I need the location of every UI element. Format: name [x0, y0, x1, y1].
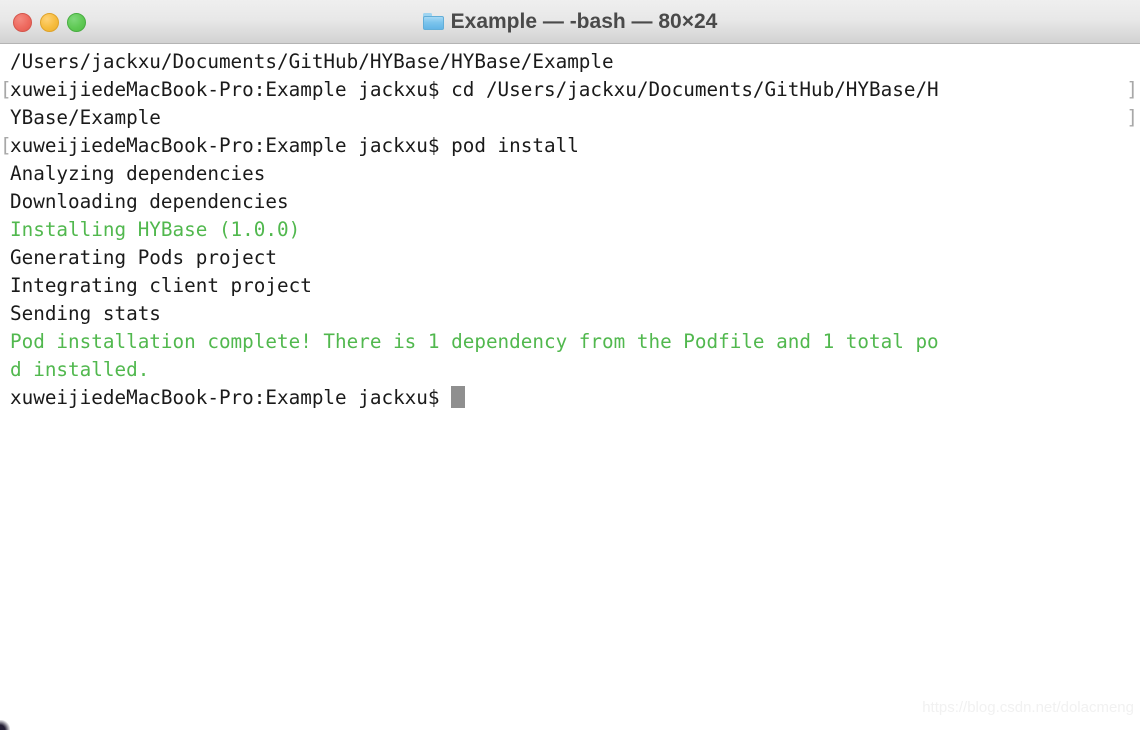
terminal-line-text: xuweijiedeMacBook-Pro:Example jackxu$ cd…	[10, 78, 939, 101]
window-controls	[13, 0, 86, 44]
terminal-line: Integrating client project	[0, 272, 1140, 300]
terminal-line: YBase/Example]	[0, 104, 1140, 132]
terminal-line: /Users/jackxu/Documents/GitHub/HYBase/HY…	[0, 48, 1140, 76]
line-wrap-marker-right: ]	[1126, 78, 1138, 101]
terminal-prompt-line[interactable]: xuweijiedeMacBook-Pro:Example jackxu$	[0, 384, 1140, 412]
window-titlebar[interactable]: Example — -bash — 80×24	[0, 0, 1140, 44]
minimize-button[interactable]	[40, 12, 59, 32]
terminal-line-text: Analyzing dependencies	[10, 162, 266, 185]
terminal-line: Analyzing dependencies	[0, 160, 1140, 188]
window-title: Example — -bash — 80×24	[450, 9, 718, 33]
terminal-window: Example — -bash — 80×24 /Users/jackxu/Do…	[0, 0, 1140, 730]
terminal-cursor	[451, 386, 466, 408]
terminal-line: Sending stats	[0, 300, 1140, 328]
terminal-line-text: d installed.	[10, 358, 150, 381]
terminal-line: [xuweijiedeMacBook-Pro:Example jackxu$ c…	[0, 76, 1140, 104]
folder-icon	[422, 13, 444, 30]
zoom-button[interactable]	[67, 12, 86, 32]
window-title-area: Example — -bash — 80×24	[422, 9, 718, 34]
terminal-line-text: Pod installation complete! There is 1 de…	[10, 330, 939, 353]
terminal-line-text: Installing HYBase (1.0.0)	[10, 218, 301, 241]
terminal-line: d installed.	[0, 356, 1140, 384]
terminal-line-text: /Users/jackxu/Documents/GitHub/HYBase/HY…	[10, 50, 614, 73]
terminal-output[interactable]: /Users/jackxu/Documents/GitHub/HYBase/HY…	[0, 44, 1140, 730]
line-wrap-marker-right: ]	[1126, 106, 1138, 129]
line-wrap-marker-left: [	[0, 134, 12, 157]
watermark-text: https://blog.csdn.net/dolacmeng	[922, 699, 1134, 716]
terminal-line: [xuweijiedeMacBook-Pro:Example jackxu$ p…	[0, 132, 1140, 160]
terminal-line: Pod installation complete! There is 1 de…	[0, 328, 1140, 356]
terminal-line-text: Sending stats	[10, 302, 161, 325]
terminal-line: Installing HYBase (1.0.0)	[0, 216, 1140, 244]
line-wrap-marker-left: [	[0, 78, 12, 101]
terminal-line: Generating Pods project	[0, 244, 1140, 272]
terminal-line-text: Generating Pods project	[10, 246, 277, 269]
close-button[interactable]	[13, 12, 32, 32]
terminal-line-text: YBase/Example	[10, 106, 161, 129]
terminal-prompt-text: xuweijiedeMacBook-Pro:Example jackxu$	[10, 386, 452, 409]
terminal-line: Downloading dependencies	[0, 188, 1140, 216]
terminal-line-text: Integrating client project	[10, 274, 312, 297]
terminal-line-text: Downloading dependencies	[10, 190, 289, 213]
terminal-line-text: xuweijiedeMacBook-Pro:Example jackxu$ po…	[10, 134, 579, 157]
